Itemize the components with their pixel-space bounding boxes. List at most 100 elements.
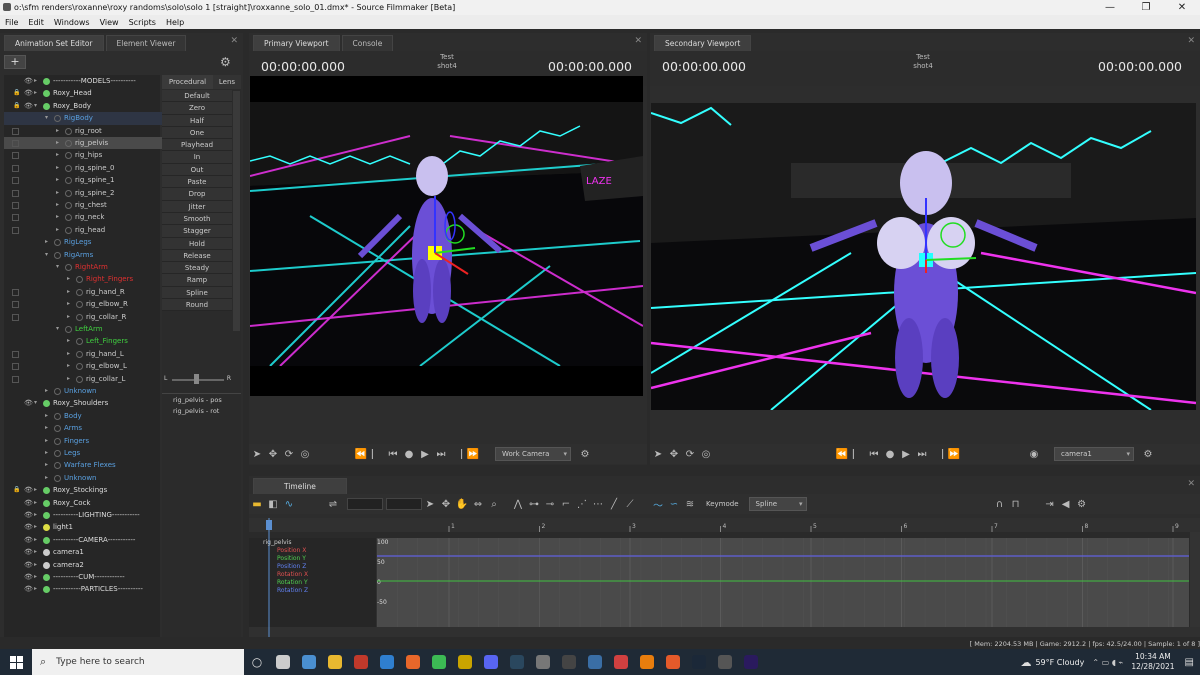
play-icon[interactable]: ▶ [417, 446, 433, 462]
app-orange-icon[interactable] [660, 651, 686, 673]
preset-button[interactable]: In [162, 151, 232, 164]
tree-row[interactable]: ▾ RightArm [4, 261, 162, 273]
preset-button[interactable]: Release [162, 249, 232, 263]
visibility-eye-icon[interactable]: 👁 [24, 521, 33, 533]
tree-row[interactable]: ▸ rig_pelvis [4, 137, 162, 150]
world-of-warcraft-icon[interactable] [452, 651, 478, 673]
tangent-1-icon[interactable]: ⋀ [510, 496, 526, 512]
expand-arrow-icon[interactable]: ▾ [56, 261, 59, 273]
curve-2-icon[interactable]: ∽ [666, 496, 682, 512]
clip-editor-icon[interactable]: ▬ [249, 496, 265, 512]
file-explorer-icon[interactable] [322, 651, 348, 673]
expand-arrow-icon[interactable]: ▸ [45, 447, 48, 459]
menu-help[interactable]: Help [161, 18, 189, 27]
expand-arrow-icon[interactable]: ▸ [67, 298, 70, 310]
row-checkbox[interactable] [12, 288, 19, 296]
row-checkbox[interactable] [12, 140, 19, 147]
fast-forward-icon[interactable]: ⏩ [946, 446, 962, 462]
select-arrow-icon[interactable]: ➤ [249, 446, 265, 462]
tree-row[interactable]: 👁 ▸ -----------MODELS---------- [4, 75, 162, 87]
panel-close-icon[interactable]: ✕ [1187, 479, 1195, 489]
expand-arrow-icon[interactable]: ▸ [45, 385, 48, 397]
calculator-icon[interactable] [296, 651, 322, 673]
expand-arrow-icon[interactable]: ▸ [67, 348, 70, 360]
step-forward-icon[interactable]: ⎹ [930, 446, 946, 462]
firefox-icon[interactable] [400, 651, 426, 673]
tree-row[interactable]: ▸ Legs [4, 447, 162, 459]
snap-end-icon[interactable]: ⇥ [1042, 496, 1058, 512]
expand-arrow-icon[interactable]: ▸ [34, 559, 37, 571]
channel-label[interactable]: Rotation Y [277, 579, 308, 586]
tree-row[interactable]: 👁 ▸ camera1 [4, 546, 162, 558]
row-checkbox[interactable] [12, 152, 19, 160]
scale-icon[interactable]: ◎ [698, 446, 714, 462]
expand-arrow-icon[interactable]: ▾ [56, 323, 59, 335]
expand-arrow-icon[interactable]: ▸ [45, 422, 48, 434]
lock-icon[interactable]: 🔒 [13, 484, 20, 496]
tree-row[interactable]: ▾ LeftArm [4, 323, 162, 335]
rewind-icon[interactable]: ⏪ [353, 446, 369, 462]
expand-arrow-icon[interactable]: ▸ [56, 224, 59, 236]
menu-file[interactable]: File [0, 18, 23, 27]
tree-row[interactable]: ▸ Unknown [4, 472, 162, 484]
weather-text[interactable]: 59°F Cloudy [1035, 658, 1084, 667]
tree-row[interactable]: 🔒 👁 ▸ Roxy_Head [4, 87, 162, 99]
record-icon[interactable]: ● [401, 446, 417, 462]
weather-cloud-icon[interactable]: ☁ [1020, 656, 1031, 669]
sfm-icon[interactable] [712, 651, 738, 673]
preset-button[interactable]: Steady [162, 262, 232, 275]
tangent-4-icon[interactable]: ⌐ [558, 496, 574, 512]
expand-arrow-icon[interactable]: ▸ [34, 571, 37, 583]
panel-close-icon[interactable]: ✕ [230, 36, 238, 46]
expand-arrow-icon[interactable]: ▸ [34, 521, 37, 533]
visibility-eye-icon[interactable]: 👁 [24, 534, 33, 546]
expand-arrow-icon[interactable]: ▸ [34, 509, 37, 521]
expand-arrow-icon[interactable]: ▸ [34, 497, 37, 509]
preset-button[interactable]: Drop [162, 188, 232, 201]
rewind-icon[interactable]: ⏪ [834, 446, 850, 462]
preset-button[interactable]: Smooth [162, 212, 232, 226]
primary-viewport-render[interactable]: LAZE [249, 76, 644, 396]
menu-view[interactable]: View [95, 18, 124, 27]
tree-row[interactable]: ▾ RigBody [4, 112, 162, 125]
tree-row[interactable]: ▸ Warfare Flexes [4, 459, 162, 471]
tree-row[interactable]: 👁 ▸ ----------CUM------------ [4, 571, 162, 583]
preset-button[interactable]: Hold [162, 237, 232, 250]
tree-row[interactable]: 👁 ▸ ----------CAMERA----------- [4, 534, 162, 546]
expand-arrow-icon[interactable]: ▸ [56, 174, 59, 186]
timeline-settings-gear-icon[interactable]: ⚙ [1074, 496, 1090, 512]
row-checkbox[interactable] [12, 164, 19, 172]
visibility-eye-icon[interactable]: 👁 [24, 509, 33, 521]
visibility-eye-icon[interactable]: 👁 [24, 484, 33, 496]
preset-button[interactable]: Zero [162, 102, 232, 115]
next-key-icon[interactable]: ⏭ [433, 446, 449, 462]
scale-tool-icon[interactable]: ⇔ [470, 496, 486, 512]
expand-arrow-icon[interactable]: ▸ [34, 75, 37, 87]
tree-row[interactable]: ▸ rig_head [4, 224, 162, 236]
clock[interactable]: 10:34 AM 12/28/2021 [1131, 652, 1174, 672]
curve-1-icon[interactable]: 〜 [650, 496, 666, 512]
channel-label[interactable]: Rotation Z [277, 587, 308, 594]
move-icon[interactable]: ✥ [265, 446, 281, 462]
visibility-eye-icon[interactable]: 👁 [24, 546, 33, 558]
audio-icon[interactable]: ◀ [1058, 496, 1074, 512]
blender-icon[interactable] [634, 651, 660, 673]
preset-button[interactable]: Out [162, 163, 232, 177]
row-checkbox[interactable] [12, 177, 19, 185]
prev-key-icon[interactable]: ⏮ [866, 446, 882, 462]
rotate-icon[interactable]: ⟳ [281, 446, 297, 462]
expand-arrow-icon[interactable]: ▸ [56, 211, 59, 223]
row-checkbox[interactable] [12, 127, 19, 135]
taskbar-search-box[interactable]: ⌕ Type here to search [32, 649, 244, 675]
tree-row[interactable]: 👁 ▸ light1 [4, 521, 162, 533]
zoom-tool-icon[interactable]: ⌕ [486, 496, 502, 512]
tree-row[interactable]: ▸ rig_elbow_R [4, 298, 162, 310]
steam-icon[interactable] [504, 651, 530, 673]
prev-key-icon[interactable]: ⏮ [385, 446, 401, 462]
expand-arrow-icon[interactable]: ▸ [34, 583, 37, 595]
row-checkbox[interactable] [12, 202, 19, 209]
visibility-eye-icon[interactable]: 👁 [24, 100, 33, 112]
balance-slider-handle[interactable] [194, 374, 199, 384]
move-tool-icon[interactable]: ✥ [438, 496, 454, 512]
notifications-icon[interactable]: ▤ [1185, 657, 1194, 668]
